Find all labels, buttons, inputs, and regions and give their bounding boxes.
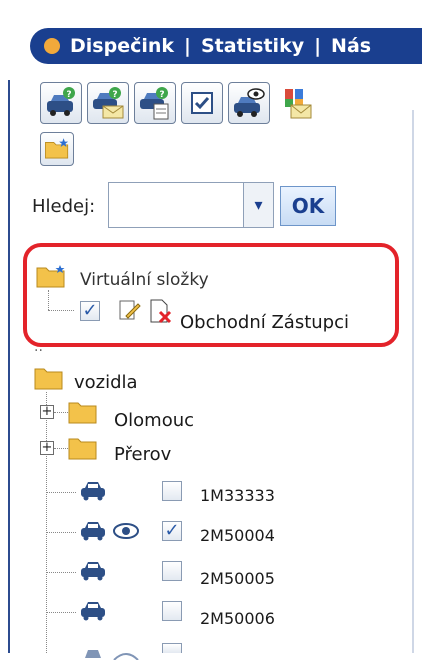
status-dot-icon <box>44 38 60 54</box>
search-label: Hledej: <box>32 196 96 217</box>
car-icon <box>80 560 106 586</box>
edit-icon[interactable] <box>118 298 142 326</box>
vehicle-label[interactable]: 2M50005 <box>200 569 275 588</box>
virtual-folders-label[interactable]: Virtuální složky <box>80 270 209 290</box>
tree-line <box>46 572 76 573</box>
tree-line <box>54 412 68 413</box>
vehicle-checkbox[interactable]: ✓ <box>162 521 182 541</box>
folder-icon <box>68 400 98 428</box>
vehicle-label[interactable]: 2M50006 <box>200 609 275 628</box>
checkbox-icon[interactable] <box>181 82 223 124</box>
nav-separator: | <box>314 35 322 57</box>
chevron-down-icon[interactable]: ▾ <box>244 182 274 228</box>
folder-icon <box>34 366 64 394</box>
folder-new-icon[interactable] <box>40 132 74 166</box>
svg-text:?: ? <box>112 90 117 100</box>
vehicle-label[interactable]: 1M33333 <box>200 486 275 505</box>
expand-icon[interactable]: + <box>40 405 54 419</box>
tree-line <box>46 492 76 493</box>
virtual-item-label[interactable]: Obchodní Zástupci <box>180 312 349 333</box>
tree-line <box>46 612 76 613</box>
eye-icon <box>112 645 140 664</box>
nav-item-dispecink[interactable]: Dispečink <box>70 35 174 57</box>
car-icon <box>80 520 106 546</box>
nav-separator: | <box>184 35 191 57</box>
group-mail-icon[interactable] <box>275 82 317 124</box>
tree-group-olomouc[interactable]: Olomouc <box>114 410 194 431</box>
tree-line <box>48 310 74 311</box>
eye-icon[interactable] <box>112 522 140 544</box>
folder-icon <box>68 436 98 464</box>
search-input[interactable] <box>108 182 244 228</box>
ok-button[interactable]: OK <box>280 186 336 226</box>
vehicle-checkbox[interactable] <box>162 601 182 621</box>
tree-group-prerov[interactable]: Přerov <box>114 444 171 465</box>
virtual-item-checkbox[interactable]: ✓ <box>80 301 100 321</box>
expand-icon[interactable]: + <box>40 441 54 455</box>
nav-item-statistiky[interactable]: Statistiky <box>201 35 304 57</box>
car-mail-question-icon[interactable]: ? <box>87 82 129 124</box>
car-question-icon[interactable]: ? <box>40 82 82 124</box>
tree-line <box>54 448 68 449</box>
vehicle-label[interactable]: 2M50004 <box>200 526 275 545</box>
tree-separator: ·· <box>34 343 43 359</box>
tree-line <box>46 392 47 653</box>
car-document-question-icon[interactable]: ? <box>134 82 176 124</box>
vehicle-checkbox[interactable] <box>162 481 182 501</box>
top-nav-bar: Dispečink | Statistiky | Nás <box>30 28 422 64</box>
panel-left-border <box>8 80 10 653</box>
delete-document-icon[interactable] <box>148 298 172 328</box>
vehicle-checkbox[interactable] <box>162 643 182 653</box>
tree-root-label[interactable]: vozidla <box>74 372 138 393</box>
tree-line <box>46 532 76 533</box>
car-eye-icon[interactable] <box>228 82 270 124</box>
panel-right-border <box>412 110 414 653</box>
nav-item-nas[interactable]: Nás <box>331 35 371 57</box>
svg-text:?: ? <box>159 90 164 100</box>
svg-text:?: ? <box>66 90 71 100</box>
vehicle-checkbox[interactable] <box>162 561 182 581</box>
virtual-folder-icon <box>36 264 66 292</box>
car-icon <box>80 480 106 506</box>
tree-line <box>48 290 49 310</box>
car-icon <box>80 600 106 626</box>
